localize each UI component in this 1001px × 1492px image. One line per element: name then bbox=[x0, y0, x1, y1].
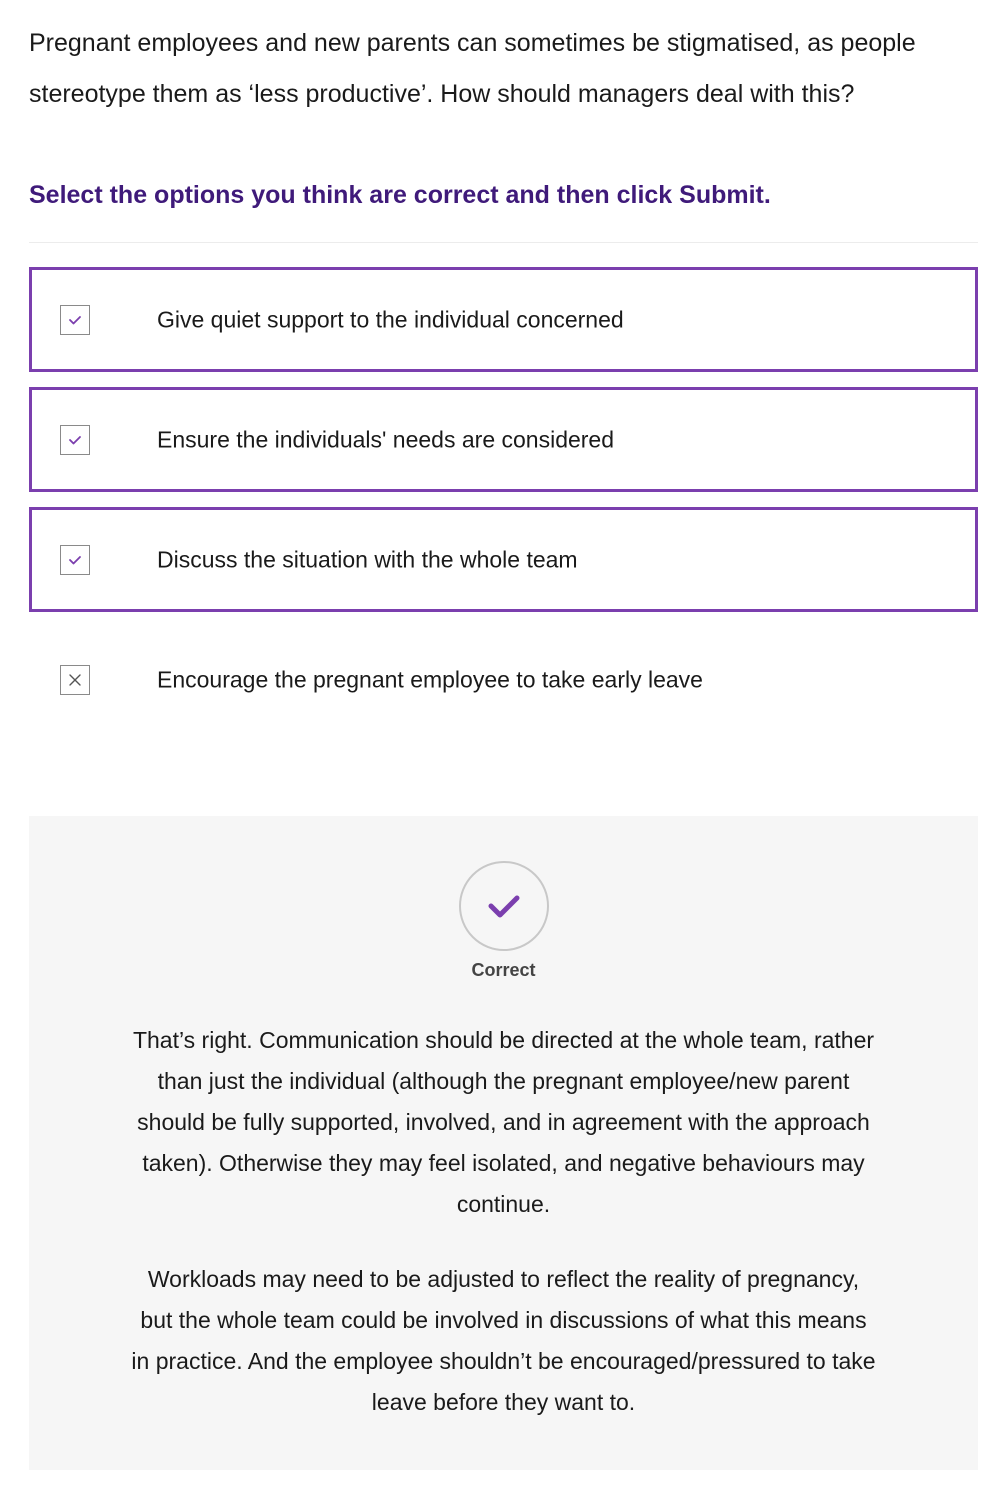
result-status: Correct bbox=[471, 960, 536, 980]
check-icon bbox=[69, 435, 81, 444]
feedback-paragraph-2: Workloads may need to be adjusted to ref… bbox=[131, 1266, 876, 1415]
option-1-label: Give quiet support to the individual con… bbox=[157, 306, 624, 332]
option-4-checkbox[interactable] bbox=[60, 664, 90, 695]
check-icon bbox=[69, 315, 81, 324]
option-1[interactable]: Give quiet support to the individual con… bbox=[29, 267, 978, 372]
feedback-paragraph-1: That’s right. Communication should be di… bbox=[132, 1027, 875, 1217]
check-icon bbox=[488, 895, 520, 918]
option-1-checkbox[interactable] bbox=[60, 304, 90, 335]
option-2-label: Ensure the individuals' needs are consid… bbox=[157, 426, 615, 452]
correct-badge bbox=[459, 861, 549, 951]
check-icon bbox=[69, 555, 81, 564]
option-2[interactable]: Ensure the individuals' needs are consid… bbox=[29, 387, 978, 492]
option-3-label: Discuss the situation with the whole tea… bbox=[157, 546, 578, 572]
question-text: Pregnant employees and new parents can s… bbox=[29, 29, 916, 108]
option-2-checkbox[interactable] bbox=[60, 424, 90, 455]
option-3-checkbox[interactable] bbox=[60, 544, 90, 575]
option-4-label: Encourage the pregnant employee to take … bbox=[157, 666, 703, 692]
feedback-panel: Correct That’s right. Communication shou… bbox=[29, 816, 978, 1470]
instruction-text: Select the options you think are correct… bbox=[29, 181, 771, 209]
option-3[interactable]: Discuss the situation with the whole tea… bbox=[29, 507, 978, 612]
divider bbox=[29, 242, 978, 243]
option-4[interactable]: Encourage the pregnant employee to take … bbox=[29, 627, 978, 732]
cross-icon bbox=[69, 673, 81, 686]
